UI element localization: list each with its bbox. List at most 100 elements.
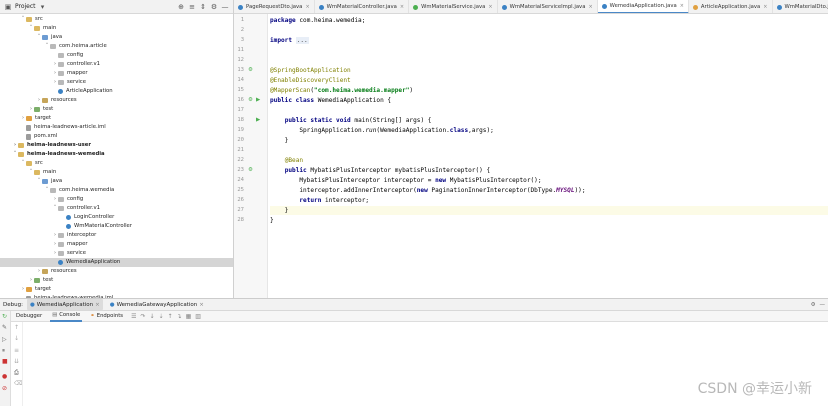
line-number[interactable]: 21 <box>234 146 244 155</box>
tree-item[interactable]: ˅ java <box>0 177 233 186</box>
tree-item[interactable]: › target <box>0 285 233 294</box>
code-line[interactable]: @EnableDiscoveryClient <box>270 76 351 85</box>
code-line[interactable]: public class WemediaApplication { <box>270 96 391 105</box>
show-execution-point-icon[interactable]: ☰ <box>131 313 136 320</box>
wrench-icon[interactable]: ✎ <box>2 324 7 331</box>
line-number[interactable]: 13 <box>234 66 244 75</box>
tree-item[interactable]: ˅ java <box>0 33 233 42</box>
chevron-down-icon[interactable]: ▾ <box>39 2 47 12</box>
tree-item[interactable]: WmMaterialController <box>0 222 233 231</box>
line-number[interactable]: 27 <box>234 206 244 215</box>
close-icon[interactable]: × <box>95 302 100 308</box>
code-line[interactable]: } <box>270 206 828 215</box>
resume-icon[interactable]: ▷ <box>2 336 7 343</box>
code-line[interactable]: MybatisPlusInterceptor interceptor = new… <box>270 176 541 185</box>
line-number[interactable]: 18 <box>234 116 244 125</box>
project-panel-title[interactable]: Project <box>15 3 36 10</box>
collapse-all-icon[interactable]: ≡ <box>188 2 196 12</box>
code-area[interactable]: package com.heima.wemedia; import ... @Spr… <box>270 14 828 298</box>
code-line[interactable]: package com.heima.wemedia; <box>270 16 365 25</box>
code-line[interactable]: public static void main(String[] args) { <box>270 116 432 125</box>
code-line[interactable]: @Bean <box>270 156 303 165</box>
tree-item[interactable]: WemediaApplication <box>0 258 233 267</box>
bean-icon[interactable]: ⚙ <box>248 166 253 175</box>
tab-debugger[interactable]: Debugger <box>14 311 44 322</box>
tree-item[interactable]: heima-leadnews-article.iml <box>0 123 233 132</box>
close-icon[interactable]: × <box>763 4 767 10</box>
tree-item[interactable]: ˅ src <box>0 15 233 24</box>
debug-tab-gateway[interactable]: ● WemediaGatewayApplication × <box>107 299 207 310</box>
close-icon[interactable]: × <box>680 3 684 9</box>
breakpoints-icon[interactable]: ● <box>2 373 7 380</box>
step-into-icon[interactable]: ↓ <box>149 313 154 320</box>
tab-endpoints[interactable]: ⚭ Endpoints <box>88 311 125 322</box>
project-view-icon[interactable]: ▣ <box>4 2 12 12</box>
debug-tab-wemedia[interactable]: ● WemediaApplication × <box>26 299 103 310</box>
scroll-end-icon[interactable]: ⇊ <box>14 358 19 365</box>
close-icon[interactable]: × <box>588 4 592 10</box>
tree-item[interactable]: ArticleApplication <box>0 87 233 96</box>
run-icon[interactable]: ▶ <box>256 96 260 105</box>
gear-icon[interactable]: ⚙ <box>811 302 816 308</box>
tree-item[interactable]: config <box>0 51 233 60</box>
line-number[interactable]: 2 <box>234 26 244 35</box>
hide-icon[interactable]: — <box>221 2 229 12</box>
close-icon[interactable]: × <box>400 4 404 10</box>
tree-item[interactable]: pom.xml <box>0 132 233 141</box>
tree-item[interactable]: › test <box>0 276 233 285</box>
tree-item[interactable]: LoginController <box>0 213 233 222</box>
tree-item[interactable]: › resources <box>0 267 233 276</box>
step-out-icon[interactable]: ↑ <box>168 313 173 320</box>
trash-icon[interactable]: ⌫ <box>14 380 22 387</box>
mute-breakpoints-icon[interactable]: ⊘ <box>2 385 7 392</box>
step-over-icon[interactable]: ↷ <box>140 313 145 320</box>
tree-item[interactable]: › target <box>0 114 233 123</box>
tree-item[interactable]: › mapper <box>0 69 233 78</box>
tree-item[interactable]: ˅ com.heima.article <box>0 42 233 51</box>
tree-item[interactable]: › mapper <box>0 240 233 249</box>
line-number[interactable]: 26 <box>234 196 244 205</box>
close-icon[interactable]: × <box>305 4 309 10</box>
editor-tab[interactable]: ArticleApplication.java × <box>689 0 773 13</box>
bean-icon[interactable]: ⚙ <box>248 66 253 75</box>
editor-tab[interactable]: WmMaterialDto.java× <box>773 0 828 13</box>
pause-icon[interactable]: ⏸ <box>2 347 5 355</box>
code-editor[interactable]: 1 2 3 11 12 13 14 15 16 17 18 19 20 21 22 23 24 25 26 27 28 ⚙… <box>234 14 828 298</box>
tree-item[interactable]: › service <box>0 78 233 87</box>
tree-item[interactable]: › config <box>0 195 233 204</box>
bean-icon[interactable]: ⚙ <box>248 96 253 105</box>
line-number[interactable]: 12 <box>234 56 244 65</box>
tree-item[interactable]: ˅ controller.v1 <box>0 204 233 213</box>
editor-tab[interactable]: WmMaterialService.java × <box>409 0 498 13</box>
line-number[interactable]: 19 <box>234 126 244 135</box>
hide-icon[interactable]: — <box>820 302 826 308</box>
editor-tab[interactable]: WmMaterialController.java × <box>315 0 410 13</box>
force-step-into-icon[interactable]: ⇣ <box>159 313 164 320</box>
tree-item[interactable]: ˅ main <box>0 168 233 177</box>
line-number[interactable]: 16 <box>234 96 244 105</box>
line-number[interactable]: 24 <box>234 176 244 185</box>
line-number[interactable]: 15 <box>234 86 244 95</box>
tree-item[interactable]: › heima-leadnews-user <box>0 141 233 150</box>
tree-item[interactable]: ˅ src <box>0 159 233 168</box>
line-number[interactable]: 25 <box>234 186 244 195</box>
close-icon[interactable]: × <box>488 4 492 10</box>
code-line[interactable]: @SpringBootApplication <box>270 66 351 75</box>
code-line[interactable]: } <box>270 216 274 225</box>
tree-item[interactable]: › controller.v1 <box>0 60 233 69</box>
tree-item[interactable]: ˅ heima-leadnews-wemedia <box>0 150 233 159</box>
run-to-cursor-icon[interactable]: ↴ <box>177 313 182 320</box>
code-line[interactable]: } <box>270 136 289 145</box>
line-number[interactable]: 20 <box>234 136 244 145</box>
close-icon[interactable]: × <box>199 302 204 308</box>
line-number[interactable]: 22 <box>234 156 244 165</box>
editor-tab[interactable]: WmMaterialServiceImpl.java × <box>498 0 598 13</box>
tree-item[interactable]: › test <box>0 105 233 114</box>
tree-item[interactable]: › service <box>0 249 233 258</box>
editor-tab[interactable]: PageRequestDto.java × <box>234 0 315 13</box>
line-number[interactable]: 28 <box>234 216 244 225</box>
line-number[interactable]: 14 <box>234 76 244 85</box>
run-icon[interactable]: ▶ <box>256 116 260 125</box>
code-line[interactable]: interceptor.addInnerInterceptor(new Pagi… <box>270 186 585 195</box>
code-line[interactable]: import ... <box>270 36 309 45</box>
